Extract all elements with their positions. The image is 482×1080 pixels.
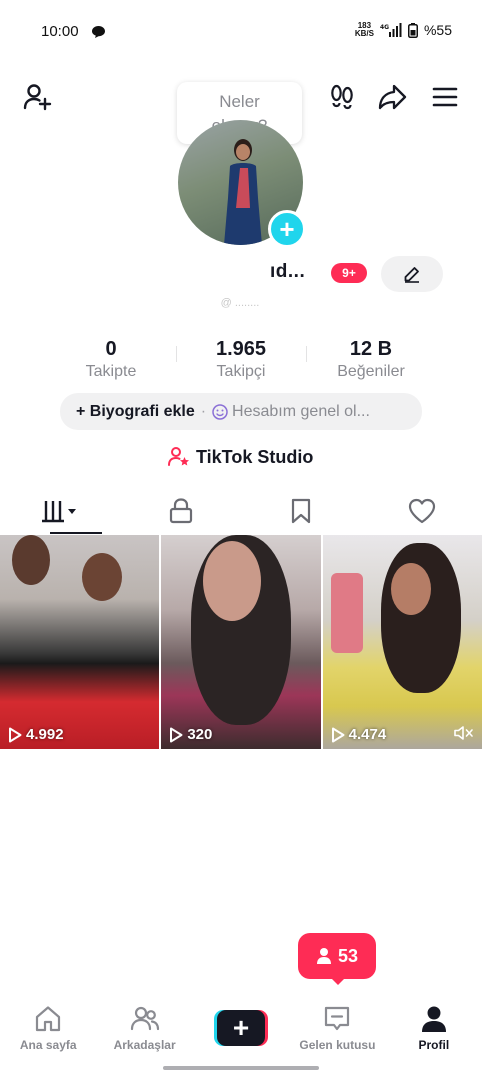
video-view-count-value: 4.992 xyxy=(26,726,64,743)
status-bar: 10:00 183 KB/S 4G %55 xyxy=(0,0,482,64)
nav-profile-label: Profil xyxy=(418,1038,450,1052)
studio-person-star-icon xyxy=(168,447,189,466)
stat-following[interactable]: 0 Takipte xyxy=(46,338,176,384)
play-icon xyxy=(170,727,183,742)
video-thumbnail[interactable]: 4.992 xyxy=(0,535,160,749)
tab-liked[interactable] xyxy=(362,488,482,534)
menu-button[interactable] xyxy=(428,80,462,114)
video-thumbnail[interactable]: 4.474 xyxy=(322,535,482,749)
bio-separator: · xyxy=(200,402,207,420)
video-grid-icon xyxy=(42,501,77,523)
network-speed: 183 KB/S xyxy=(355,22,374,38)
tiktok-studio-link[interactable]: TikTok Studio xyxy=(168,446,313,468)
thumbnail-person-image xyxy=(12,535,50,585)
nav-create[interactable]: + xyxy=(193,996,289,1060)
signal-icon: 4G xyxy=(380,23,402,37)
pencil-icon xyxy=(404,267,419,283)
stat-followers-label: Takipçi xyxy=(216,363,266,380)
profile-username: ıd... xyxy=(120,261,305,283)
nav-home-label: Ana sayfa xyxy=(19,1038,77,1052)
tab-saved[interactable] xyxy=(241,488,362,534)
thumbnail-person-image xyxy=(82,553,122,601)
video-view-count: 4.474 xyxy=(331,726,387,743)
nav-friends[interactable]: Arkadaşlar xyxy=(96,996,192,1060)
home-indicator[interactable] xyxy=(163,1066,319,1070)
profile-person-icon xyxy=(421,1006,446,1032)
profile-username-text: ıd... xyxy=(270,261,306,282)
add-friend-button[interactable] xyxy=(20,80,54,114)
stat-following-value: 0 xyxy=(105,338,117,360)
svg-text:4G: 4G xyxy=(380,24,389,31)
thumbnail-person-image xyxy=(390,563,431,615)
video-view-count-value: 320 xyxy=(187,726,213,743)
active-tab-indicator xyxy=(50,532,102,534)
add-person-icon xyxy=(23,84,52,111)
footprints-button[interactable] xyxy=(325,80,359,114)
nav-inbox[interactable]: Gelen kutusu xyxy=(289,996,385,1060)
plus-icon: + xyxy=(279,214,295,244)
profile-handle: @ ........ xyxy=(220,297,260,309)
nav-home[interactable]: Ana sayfa xyxy=(0,996,96,1060)
bio-row[interactable]: + Biyografi ekle · Hesabım genel ol... xyxy=(60,393,422,430)
profile-stats: 0 Takipte 1.965 Takipçi 12 B Beğeniler xyxy=(46,338,436,384)
network-speed-unit: KB/S xyxy=(354,29,374,38)
avatar-person-figure xyxy=(224,139,262,245)
thumbnail-cloth-image xyxy=(330,573,363,653)
stat-divider xyxy=(306,346,307,362)
profile-tabs xyxy=(0,488,482,534)
inbox-message-icon xyxy=(325,1006,350,1031)
lock-icon xyxy=(169,498,192,524)
video-thumbnail[interactable]: 320 xyxy=(161,535,321,749)
nav-inbox-label: Gelen kutusu xyxy=(299,1038,376,1052)
footprints-icon xyxy=(331,84,353,110)
message-notification-icon xyxy=(92,26,105,38)
create-video-button[interactable]: + xyxy=(214,1010,269,1046)
home-icon xyxy=(36,1006,61,1032)
account-status-note[interactable]: Hesabım genel ol... xyxy=(232,403,370,421)
new-followers-notification[interactable]: 53 xyxy=(298,933,376,979)
share-arrow-icon xyxy=(378,84,407,110)
video-view-count: 4.992 xyxy=(8,726,64,743)
stat-likes-value: 12 B xyxy=(349,338,393,360)
tab-videos[interactable] xyxy=(0,488,121,534)
battery-icon xyxy=(407,22,418,38)
stat-followers[interactable]: 1.965 Takipçi xyxy=(176,338,306,384)
video-grid: 4.992 320 4.474 xyxy=(0,535,482,749)
friends-icon xyxy=(130,1006,159,1031)
notification-badge[interactable]: 9+ xyxy=(331,263,367,283)
mute-icon[interactable] xyxy=(454,725,474,741)
play-icon xyxy=(331,727,345,742)
stat-likes-label: Beğeniler xyxy=(337,363,405,380)
edit-profile-button[interactable] xyxy=(381,256,443,292)
notification-tail xyxy=(330,977,346,985)
stat-followers-value: 1.965 xyxy=(215,338,267,360)
add-avatar-button[interactable]: + xyxy=(268,210,306,248)
stat-following-label: Takipte xyxy=(85,363,137,380)
battery-percent: %55 xyxy=(423,22,452,38)
person-icon xyxy=(316,948,331,964)
smile-icon xyxy=(212,403,228,420)
stat-likes[interactable]: 12 B Beğeniler xyxy=(306,338,436,384)
add-bio-button[interactable]: + Biyografi ekle xyxy=(76,403,195,421)
heart-icon xyxy=(408,498,435,524)
status-time: 10:00 xyxy=(41,23,79,40)
video-view-count: 320 xyxy=(169,726,212,743)
status-right-group: 183 KB/S 4G %55 xyxy=(355,22,452,39)
nav-profile[interactable]: Profil xyxy=(386,996,482,1060)
hamburger-menu-icon xyxy=(432,87,458,107)
thumbnail-person-image xyxy=(203,541,262,621)
bottom-navigation: Ana sayfa Arkadaşlar + Gelen kutusu Prof… xyxy=(0,996,482,1060)
video-view-count-value: 4.474 xyxy=(348,726,387,743)
notification-count: 53 xyxy=(337,945,359,966)
stat-divider xyxy=(176,346,177,362)
play-icon xyxy=(9,727,22,742)
tab-private[interactable] xyxy=(121,488,242,534)
share-profile-button[interactable] xyxy=(375,80,409,114)
tiktok-studio-label: TikTok Studio xyxy=(196,446,314,467)
nav-friends-label: Arkadaşlar xyxy=(113,1038,176,1052)
plus-icon: + xyxy=(217,1010,266,1046)
bookmark-icon xyxy=(292,498,311,524)
